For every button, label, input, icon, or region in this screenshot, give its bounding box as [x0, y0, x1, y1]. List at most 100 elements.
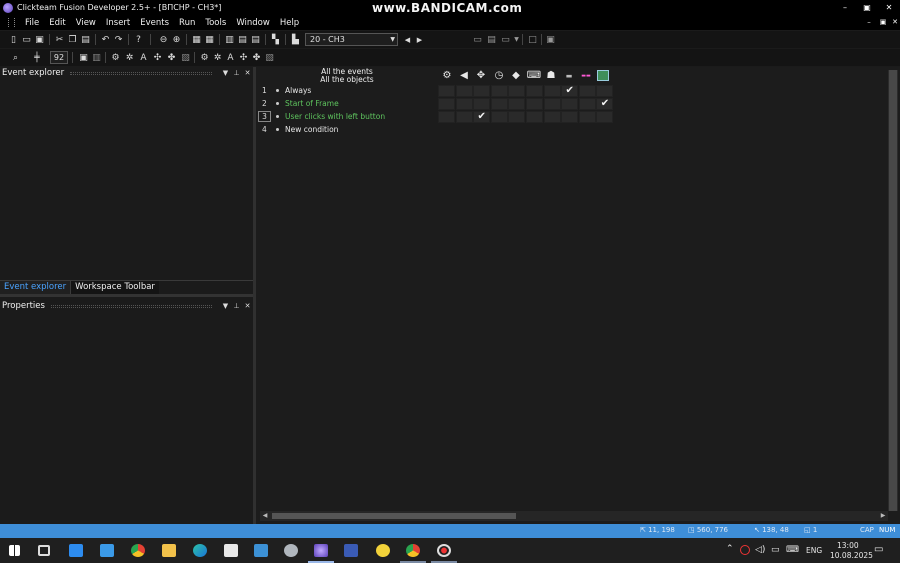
chevron-up-icon[interactable]: ⌃: [726, 544, 734, 554]
menu-edit[interactable]: Edit: [44, 18, 70, 28]
grid-cell[interactable]: [473, 85, 491, 97]
menu-insert[interactable]: Insert: [101, 18, 135, 28]
pin-icon[interactable]: ⊥: [231, 69, 242, 77]
store-icon[interactable]: [69, 544, 83, 557]
storyboard-controls-icon[interactable]: ✥: [474, 69, 488, 82]
new-condition[interactable]: New condition: [285, 123, 338, 136]
scroll-right-icon[interactable]: ▶: [878, 511, 888, 521]
keyboard-mouse-icon[interactable]: ⌨: [527, 69, 541, 82]
sound-2-icon[interactable]: ✲: [212, 52, 223, 63]
volume-icon[interactable]: ◁): [755, 545, 765, 555]
grid-cell[interactable]: [438, 85, 455, 97]
backdrop-icon[interactable]: ▧: [180, 52, 191, 63]
grid-cell[interactable]: [455, 111, 473, 123]
event-row[interactable]: 4 New condition: [256, 123, 438, 136]
grid-cell[interactable]: [543, 111, 561, 123]
grid-cell[interactable]: [438, 111, 455, 123]
text-2-icon[interactable]: A: [225, 52, 236, 63]
align-center-icon[interactable]: ▤: [486, 34, 497, 45]
minimize-button[interactable]: –: [834, 0, 856, 15]
paste-icon[interactable]: ▤: [80, 34, 91, 45]
previous-frame-icon[interactable]: ◀: [402, 34, 413, 45]
grid-cell[interactable]: [543, 98, 561, 110]
grid-cell[interactable]: [596, 111, 614, 123]
run-frame-icon[interactable]: ▙: [290, 34, 301, 45]
menu-view[interactable]: View: [71, 18, 101, 28]
event-condition[interactable]: User clicks with left button: [285, 110, 385, 123]
zoom-slider-icon[interactable]: ╪: [28, 52, 46, 63]
app-icon-4[interactable]: [344, 544, 358, 557]
back-icon[interactable]: ⊖: [158, 34, 169, 45]
grid-cell[interactable]: [561, 111, 579, 123]
close-icon[interactable]: ✕: [242, 302, 253, 310]
app-icon-2[interactable]: [254, 544, 268, 557]
clock-time[interactable]: 13:00: [837, 541, 859, 550]
menu-window[interactable]: Window: [231, 18, 275, 28]
grid-cell[interactable]: [526, 98, 543, 110]
clickteam-fusion-icon[interactable]: [314, 544, 328, 557]
grid-cell[interactable]: [473, 98, 491, 110]
event-row[interactable]: 1 Always: [256, 84, 438, 97]
grid-cell[interactable]: [438, 98, 455, 110]
menu-help[interactable]: Help: [275, 18, 304, 28]
mdi-restore-button[interactable]: ▣: [878, 15, 888, 30]
new-file-icon[interactable]: ▯: [8, 34, 19, 45]
edge-icon[interactable]: [193, 544, 207, 557]
search-icon[interactable]: ⌕: [10, 52, 21, 63]
app-icon-3[interactable]: [284, 544, 298, 557]
check-icon[interactable]: ✔: [473, 111, 490, 123]
grid-cell[interactable]: [543, 85, 561, 97]
redo-icon[interactable]: ↷: [113, 34, 124, 45]
tab-workspace-toolbar[interactable]: Workspace Toolbar: [70, 281, 159, 294]
timer-icon[interactable]: ◷: [492, 69, 506, 82]
backdrop-object-icon[interactable]: ▬: [562, 69, 576, 82]
open-folder-icon[interactable]: ▭: [21, 34, 32, 45]
menu-file[interactable]: File: [20, 18, 44, 28]
mdi-minimize-button[interactable]: –: [864, 15, 874, 30]
mail-icon[interactable]: [100, 544, 114, 557]
string-object-icon[interactable]: ▬▬: [579, 69, 593, 82]
start-icon[interactable]: [9, 545, 20, 556]
view-mode-1-icon[interactable]: ▣: [78, 52, 89, 63]
recording-icon[interactable]: [740, 545, 750, 555]
counter-2-icon[interactable]: ✤: [251, 52, 262, 63]
create-objects-icon[interactable]: ◆: [509, 69, 523, 82]
chrome-icon-2[interactable]: [406, 544, 420, 557]
backdrop-2-icon[interactable]: ▧: [264, 52, 275, 63]
save-icon[interactable]: ▣: [34, 34, 45, 45]
run-application-icon[interactable]: ▚: [270, 34, 281, 45]
sound-object-icon[interactable]: ✲: [124, 52, 135, 63]
maximize-button[interactable]: ▣: [856, 0, 878, 15]
display-mode-chevron-icon[interactable]: ▼: [511, 34, 522, 45]
scroll-thumb[interactable]: [889, 70, 897, 511]
sound-icon[interactable]: ◀︎: [457, 69, 471, 82]
picture-object-icon[interactable]: [597, 70, 609, 81]
close-icon[interactable]: ✕: [242, 69, 253, 77]
mdi-close-button[interactable]: ✕: [890, 15, 900, 30]
grid-cell[interactable]: [490, 111, 508, 123]
counter-object-icon[interactable]: ✤: [166, 52, 177, 63]
close-button[interactable]: ✕: [878, 0, 900, 15]
grid-cell[interactable]: [490, 98, 508, 110]
forward-icon[interactable]: ⊕: [171, 34, 182, 45]
event-editor-icon[interactable]: ▥: [224, 34, 235, 45]
grid-icon[interactable]: □: [527, 34, 538, 45]
menu-tools[interactable]: Tools: [200, 18, 231, 28]
task-view-icon[interactable]: [38, 545, 50, 556]
tab-event-explorer[interactable]: Event explorer: [0, 281, 71, 294]
keyboard-icon[interactable]: ⌨: [786, 545, 799, 555]
menu-grip-icon[interactable]: [8, 18, 15, 27]
grid-cell[interactable]: [561, 98, 579, 110]
panel-splitter[interactable]: [0, 294, 253, 297]
grid-cell[interactable]: [455, 85, 473, 97]
scroll-left-icon[interactable]: ◀: [260, 511, 270, 521]
player-icon[interactable]: ☗: [544, 69, 558, 82]
app-icon-1[interactable]: [224, 544, 238, 557]
cut-icon[interactable]: ✂: [54, 34, 65, 45]
grid-cell[interactable]: [526, 85, 543, 97]
view-mode-2-icon[interactable]: ▥: [91, 52, 102, 63]
event-condition[interactable]: Always: [285, 84, 311, 97]
panel-menu-icon[interactable]: ▼: [220, 302, 231, 310]
copy-icon[interactable]: ❐: [67, 34, 78, 45]
settings-2-icon[interactable]: ⚙: [199, 52, 210, 63]
